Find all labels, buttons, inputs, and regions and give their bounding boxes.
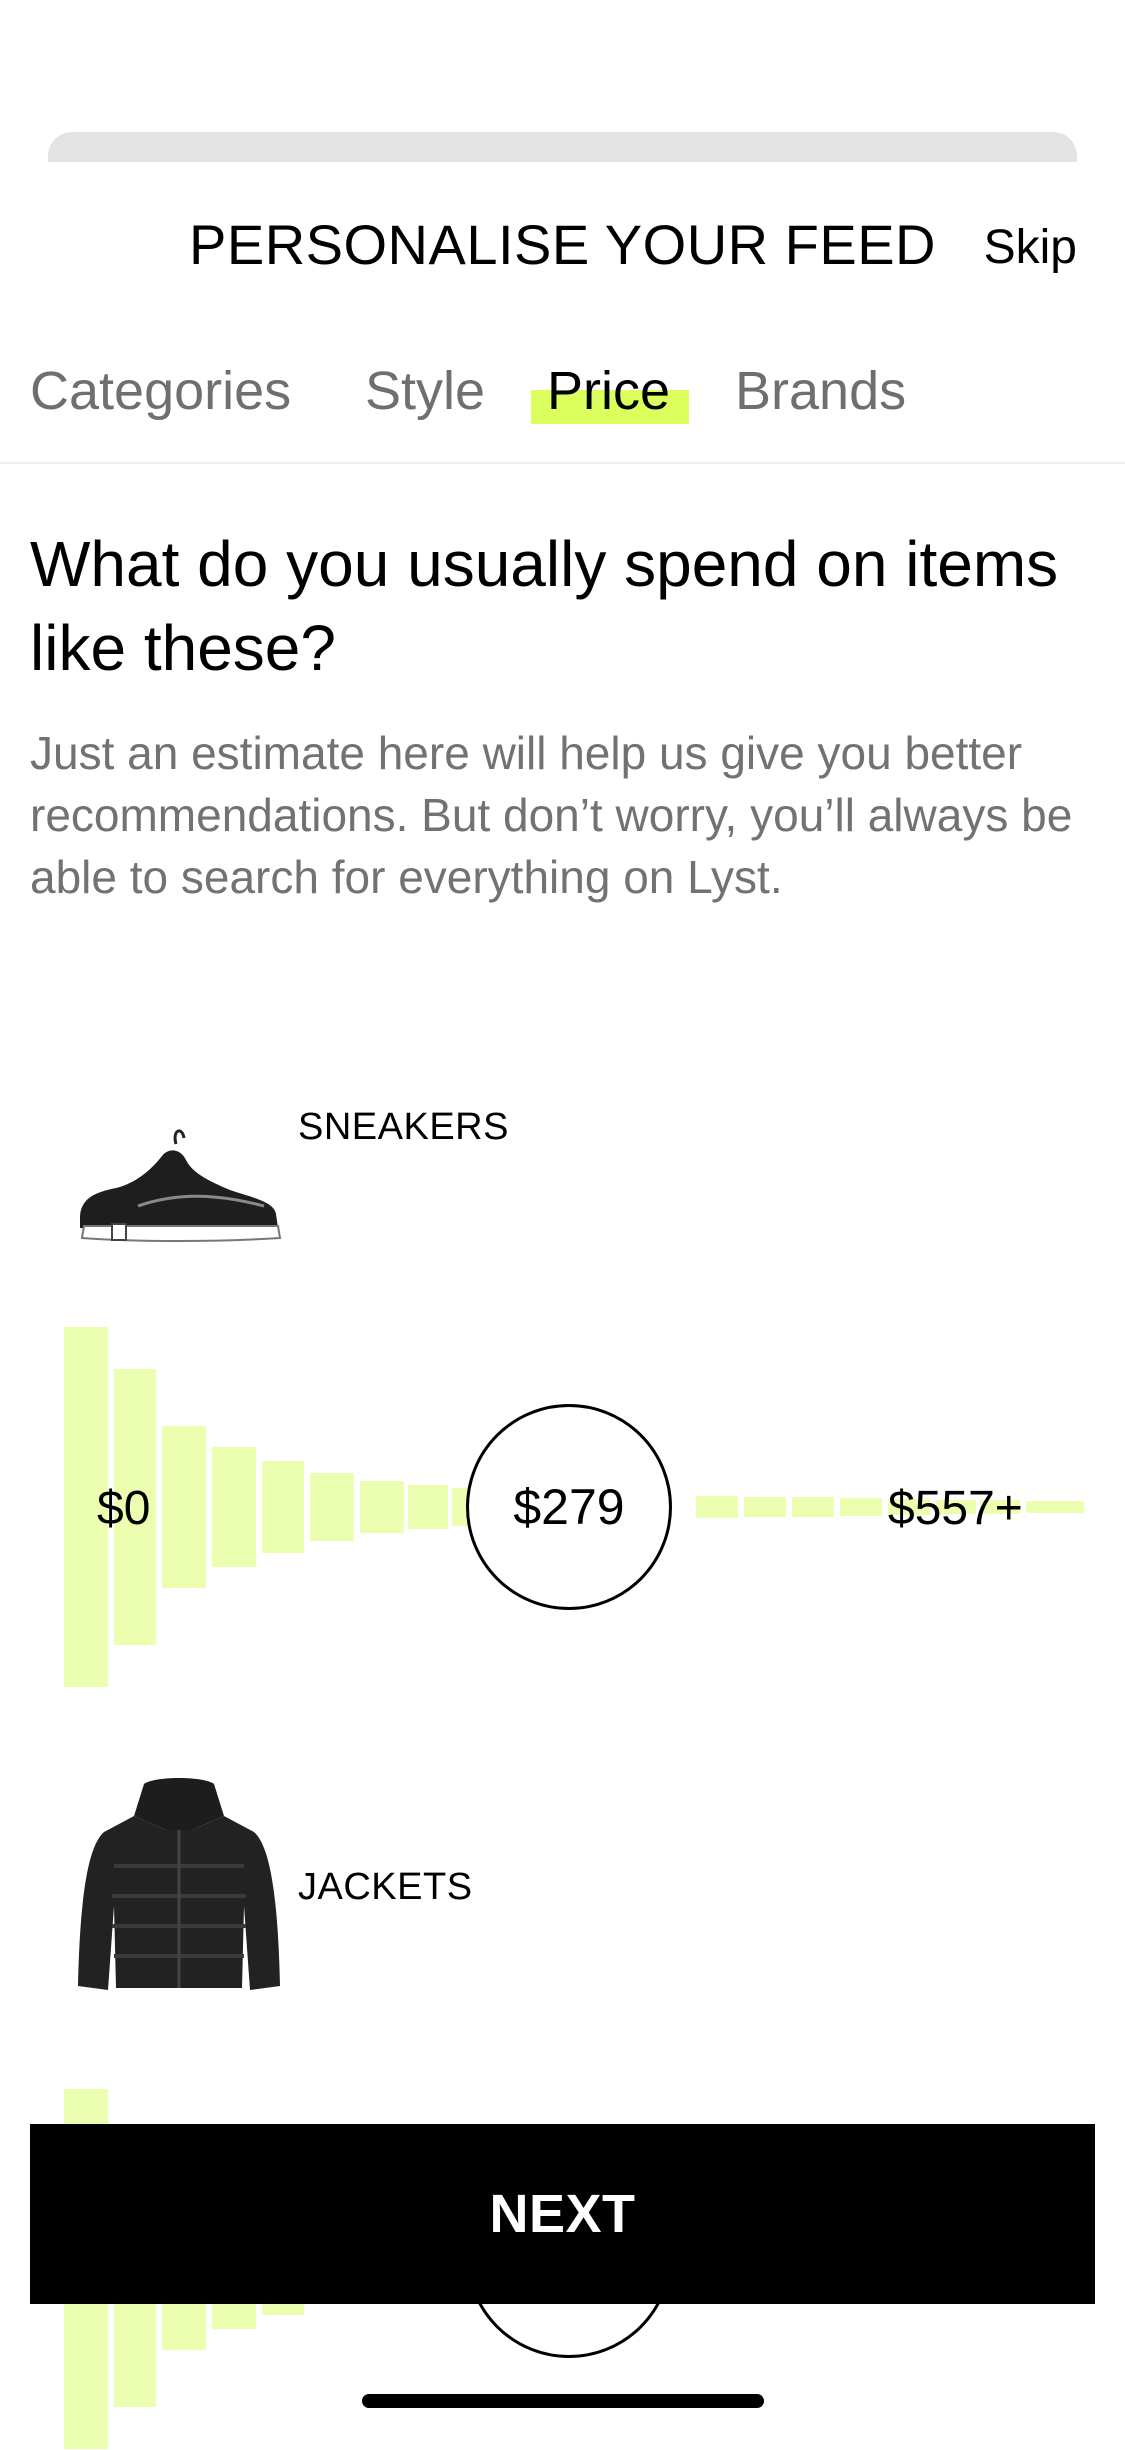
tabs-divider <box>0 462 1125 464</box>
question-heading: What do you usually spend on items like … <box>30 528 1059 684</box>
category-label-jackets: JACKETS <box>298 1866 473 1908</box>
tab-brands[interactable]: Brands <box>735 360 906 422</box>
home-indicator <box>362 2394 764 2408</box>
tab-categories[interactable]: Categories <box>30 360 291 422</box>
tab-style[interactable]: Style <box>365 360 485 422</box>
histogram-bar <box>162 1426 206 1588</box>
histogram-bar <box>840 1498 882 1516</box>
sneaker-image <box>68 1122 288 1247</box>
histogram-bar <box>262 1461 304 1553</box>
histogram-bar <box>792 1497 834 1517</box>
slider-value-label: $279 <box>513 1479 625 1535</box>
slider-min-label: $0 <box>97 1482 151 1535</box>
next-button[interactable]: NEXT <box>30 2124 1095 2304</box>
histogram-bar <box>408 1485 448 1529</box>
category-label-sneakers: SNEAKERS <box>298 1106 509 1148</box>
histogram-bar <box>212 1447 256 1567</box>
histogram-bar <box>1026 1501 1084 1513</box>
skip-button[interactable]: Skip <box>984 220 1077 275</box>
question-description: Just an estimate here will help us give … <box>30 727 1073 903</box>
histogram-bar <box>310 1473 354 1541</box>
histogram-bar <box>696 1496 738 1518</box>
price-slider-sneakers[interactable]: $0 $557+ $279 <box>0 1326 1125 1688</box>
jacket-image <box>74 1776 284 2001</box>
slider-max-label: $557+ <box>888 1482 1023 1535</box>
tab-price[interactable]: Price <box>547 360 670 422</box>
slider-thumb[interactable]: $279 <box>466 1404 672 1610</box>
page-title: PERSONALISE YOUR FEED <box>188 213 936 276</box>
histogram-bar <box>360 1481 404 1533</box>
histogram-bar <box>744 1497 786 1517</box>
sheet-handle[interactable] <box>48 132 1077 162</box>
